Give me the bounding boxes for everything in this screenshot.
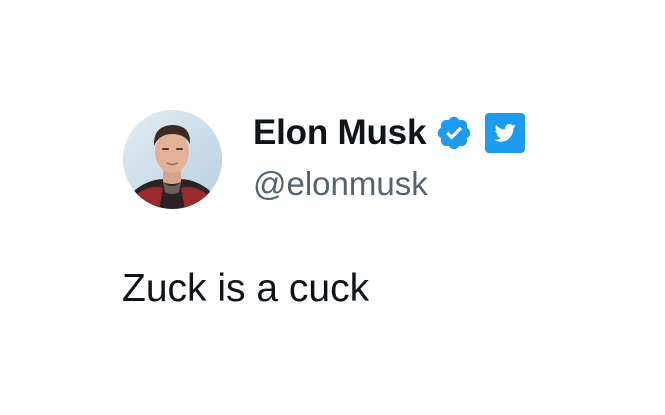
tweet-text: Zuck is a cuck — [122, 267, 370, 310]
avatar[interactable] — [123, 110, 222, 209]
author-name-row: Elon Musk — [253, 111, 526, 155]
avatar-image — [123, 110, 222, 209]
author-handle[interactable]: @elonmusk — [253, 164, 428, 204]
author-display-name[interactable]: Elon Musk — [253, 111, 426, 155]
tweet-card: Elon Musk @elonmusk Zuck is a cuck — [0, 0, 665, 415]
twitter-bird-icon — [485, 113, 526, 153]
verified-badge-icon — [435, 114, 473, 152]
